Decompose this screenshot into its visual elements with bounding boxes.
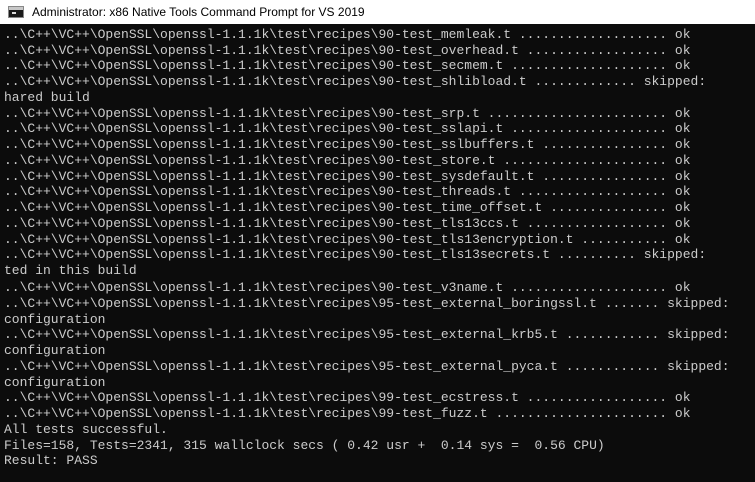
console-line: All tests successful. [4, 422, 168, 437]
console-line: ..\C++\VC++\OpenSSL\openssl-1.1.1k\test\… [4, 137, 691, 152]
console-line: ..\C++\VC++\OpenSSL\openssl-1.1.1k\test\… [4, 216, 691, 231]
console-line: ..\C++\VC++\OpenSSL\openssl-1.1.1k\test\… [4, 406, 691, 421]
console-line: ..\C++\VC++\OpenSSL\openssl-1.1.1k\test\… [4, 327, 730, 342]
console-line: hared build [4, 90, 90, 105]
console-line: ..\C++\VC++\OpenSSL\openssl-1.1.1k\test\… [4, 359, 730, 374]
console-line: Files=158, Tests=2341, 315 wallclock sec… [4, 438, 605, 453]
command-prompt-window: Administrator: x86 Native Tools Command … [0, 0, 755, 482]
console-line: ..\C++\VC++\OpenSSL\openssl-1.1.1k\test\… [4, 27, 691, 42]
console-line: Result: PASS [4, 453, 98, 468]
console-line: configuration [4, 312, 106, 327]
console-line: ..\C++\VC++\OpenSSL\openssl-1.1.1k\test\… [4, 153, 691, 168]
console-line: ..\C++\VC++\OpenSSL\openssl-1.1.1k\test\… [4, 296, 730, 311]
console-line: ..\C++\VC++\OpenSSL\openssl-1.1.1k\test\… [4, 169, 691, 184]
console-line: ted in this build [4, 263, 137, 278]
console-line: ..\C++\VC++\OpenSSL\openssl-1.1.1k\test\… [4, 247, 707, 262]
console-line: ..\C++\VC++\OpenSSL\openssl-1.1.1k\test\… [4, 200, 691, 215]
console-output[interactable]: ..\C++\VC++\OpenSSL\openssl-1.1.1k\test\… [0, 24, 755, 482]
console-line: ..\C++\VC++\OpenSSL\openssl-1.1.1k\test\… [4, 184, 691, 199]
console-line: ..\C++\VC++\OpenSSL\openssl-1.1.1k\test\… [4, 390, 691, 405]
console-line: ..\C++\VC++\OpenSSL\openssl-1.1.1k\test\… [4, 58, 691, 73]
console-line: ..\C++\VC++\OpenSSL\openssl-1.1.1k\test\… [4, 121, 691, 136]
console-line: ..\C++\VC++\OpenSSL\openssl-1.1.1k\test\… [4, 43, 691, 58]
terminal-icon [8, 6, 24, 18]
console-line: ..\C++\VC++\OpenSSL\openssl-1.1.1k\test\… [4, 232, 691, 247]
console-line: configuration [4, 375, 106, 390]
title-bar[interactable]: Administrator: x86 Native Tools Command … [0, 0, 755, 24]
console-line: configuration [4, 343, 106, 358]
console-line: ..\C++\VC++\OpenSSL\openssl-1.1.1k\test\… [4, 280, 691, 295]
window-title: Administrator: x86 Native Tools Command … [32, 5, 365, 19]
console-line: ..\C++\VC++\OpenSSL\openssl-1.1.1k\test\… [4, 74, 707, 89]
console-line: ..\C++\VC++\OpenSSL\openssl-1.1.1k\test\… [4, 106, 691, 121]
